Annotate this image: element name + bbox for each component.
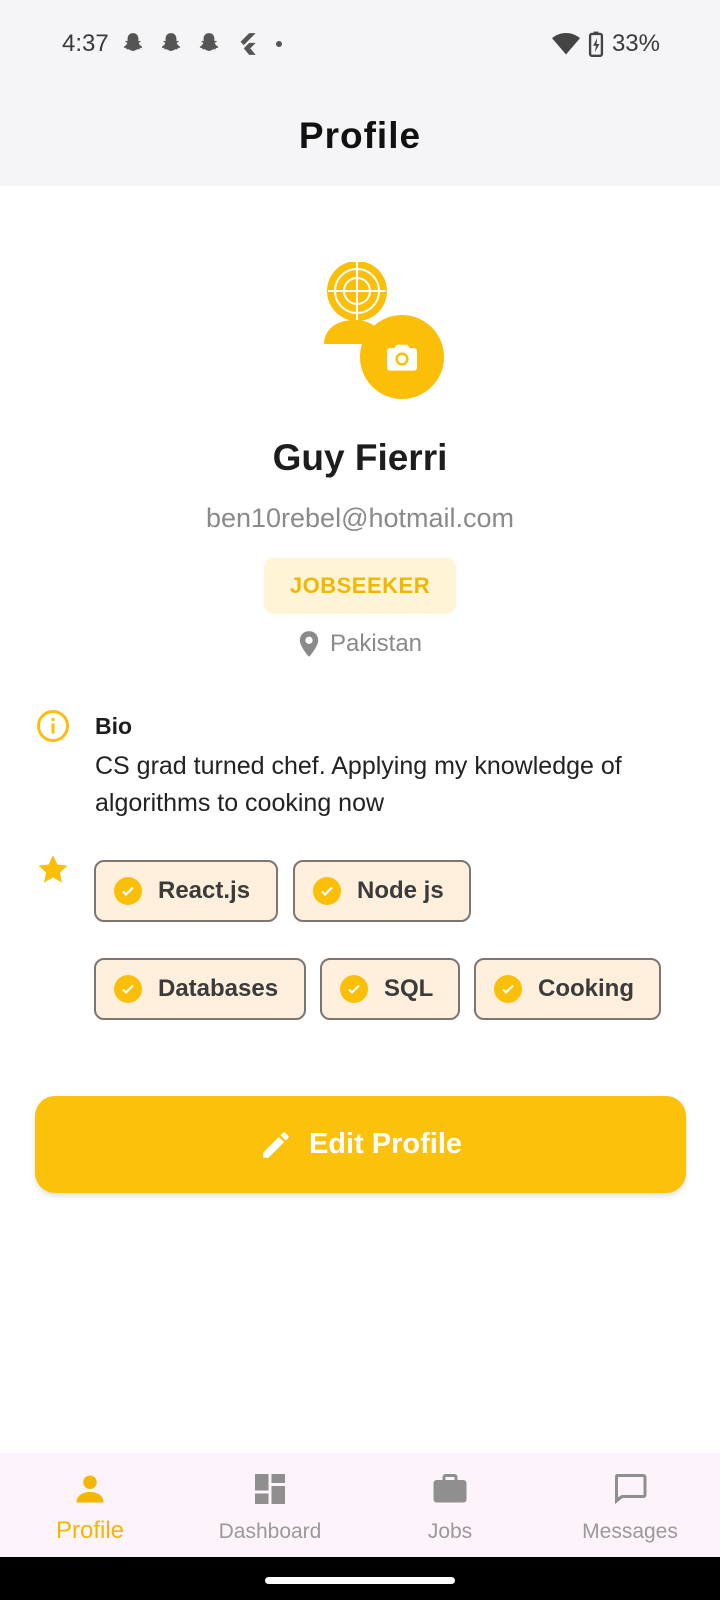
skill-chip[interactable]: Cooking: [474, 958, 661, 1020]
home-gesture-handle[interactable]: [265, 1577, 455, 1584]
profile-name: Guy Fierri: [272, 437, 448, 478]
check-circle-icon: [313, 877, 341, 905]
skill-chip[interactable]: Databases: [94, 958, 306, 1020]
role-badge-label: JOBSEEKER: [289, 573, 431, 598]
profile-email: ben10rebel@hotmail.com: [205, 503, 515, 533]
person-icon: [76, 1475, 104, 1503]
skill-label: Node js: [357, 877, 444, 904]
info-icon: [37, 710, 69, 742]
notification-icons: [120, 31, 286, 57]
chat-icon: [615, 1474, 647, 1504]
bio-text: CS grad turned chef. Applying my knowled…: [95, 752, 622, 817]
page-title: Profile: [298, 115, 422, 156]
nav-label-messages: Messages: [582, 1520, 678, 1543]
nav-label-jobs: Jobs: [427, 1520, 473, 1543]
nav-item-dashboard[interactable]: Dashboard: [180, 1453, 360, 1557]
app-bar: Profile: [0, 90, 720, 186]
snapchat-icon: [161, 33, 181, 51]
check-circle-icon: [494, 975, 522, 1003]
nav-item-messages[interactable]: Messages: [540, 1453, 720, 1557]
location-label: Pakistan: [329, 630, 423, 657]
dashboard-icon: [255, 1474, 285, 1504]
check-circle-icon: [340, 975, 368, 1003]
pencil-icon: [263, 1131, 289, 1158]
skill-label: SQL: [384, 975, 434, 1002]
status-bar: 4:37 33%: [0, 0, 720, 90]
snapchat-icon: [123, 33, 143, 51]
snapchat-icon: [199, 33, 219, 51]
battery-percent: 33%: [611, 30, 660, 57]
camera-icon: [387, 344, 417, 371]
change-photo-button[interactable]: [360, 315, 444, 399]
nav-label-profile: Profile: [55, 1517, 125, 1544]
status-right: 33%: [551, 30, 660, 58]
nav-label-dashboard: Dashboard: [218, 1520, 322, 1543]
briefcase-icon: [433, 1474, 467, 1503]
dot-icon: [276, 41, 282, 47]
status-time: 4:37: [62, 30, 109, 57]
skill-chip[interactable]: SQL: [320, 958, 460, 1020]
edit-profile-label: Edit Profile: [308, 1128, 463, 1160]
edit-profile-button[interactable]: Edit Profile: [35, 1096, 686, 1193]
system-gesture-bar: [0, 1557, 720, 1600]
skill-chip[interactable]: Node js: [293, 860, 471, 922]
star-icon: [38, 855, 68, 883]
skill-label: Databases: [158, 975, 279, 1002]
role-badge: JOBSEEKER: [264, 558, 456, 614]
check-circle-icon: [114, 877, 142, 905]
skill-label: React.js: [158, 877, 251, 904]
skill-chip[interactable]: React.js: [94, 860, 278, 922]
wifi-icon: [551, 33, 580, 55]
bottom-navigation: Profile Dashboard Jobs Messages: [0, 1453, 720, 1557]
nav-item-profile[interactable]: Profile: [0, 1453, 180, 1557]
profile-location: Pakistan: [0, 630, 720, 658]
bio-label: Bio: [95, 713, 133, 739]
battery-charging-icon: [588, 31, 604, 57]
check-circle-icon: [114, 975, 142, 1003]
nav-item-jobs[interactable]: Jobs: [360, 1453, 540, 1557]
skill-label: Cooking: [538, 975, 634, 1002]
location-pin-icon: [299, 631, 319, 657]
flutter-icon: [240, 33, 256, 55]
